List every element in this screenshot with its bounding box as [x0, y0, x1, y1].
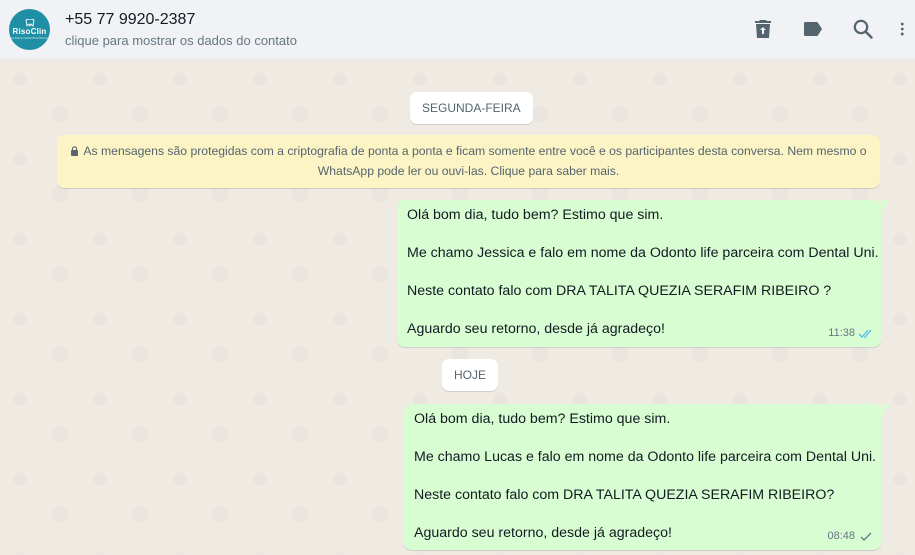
- message-line: Me chamo Jessica e falo em nome da Odont…: [407, 245, 879, 261]
- contact-name: +55 77 9920-2387: [65, 11, 196, 28]
- outgoing-message-2[interactable]: Olá bom dia, tudo bem? Estimo que sim. M…: [404, 404, 889, 550]
- message-line: Olá bom dia, tudo bem? Estimo que sim.: [407, 207, 664, 223]
- contact-avatar[interactable]: RisoClin CLÍNICA ODONTOLÓGICA: [9, 9, 50, 50]
- label-icon: [804, 22, 822, 36]
- outgoing-message-1[interactable]: Olá bom dia, tudo bem? Estimo que sim. M…: [397, 200, 889, 347]
- delete-icon: [755, 20, 771, 38]
- day-chip-monday: SEGUNDA-FEIRA: [410, 92, 533, 124]
- bubble-tail: [881, 404, 889, 417]
- lock-icon: [71, 146, 79, 156]
- message-line: Me chamo Lucas e falo em nome da Odonto …: [414, 449, 877, 465]
- tooth-icon: [25, 19, 34, 27]
- contact-info[interactable]: +55 77 9920-2387 clique para mostrar os …: [65, 9, 297, 51]
- message-line: Neste contato falo com DRA TALITA QUEZIA…: [407, 283, 832, 299]
- message-time: 08:48: [827, 530, 855, 542]
- message-line: Olá bom dia, tudo bem? Estimo que sim.: [414, 411, 671, 427]
- message-meta: 08:48: [827, 527, 874, 546]
- message-line: Aguardo seu retorno, desde já agradeço!: [414, 525, 672, 541]
- chat-header: RisoClin CLÍNICA ODONTOLÓGICA +55 77 992…: [0, 0, 915, 59]
- search-icon: [853, 19, 873, 39]
- double-check-icon: [858, 329, 872, 338]
- message-meta: 11:38: [828, 324, 874, 343]
- message-line: Aguardo seu retorno, desde já agradeço!: [407, 321, 665, 337]
- bubble-tail: [881, 200, 889, 213]
- menu-button[interactable]: [898, 17, 915, 41]
- encryption-notice[interactable]: As mensagens são protegidas com a cripto…: [57, 135, 880, 188]
- day-chip-today: HOJE: [442, 359, 499, 391]
- label-button[interactable]: [801, 17, 825, 41]
- message-line: Neste contato falo com DRA TALITA QUEZIA…: [414, 487, 835, 503]
- encryption-notice-text: As mensagens são protegidas com a cripto…: [83, 144, 867, 178]
- message-time: 11:38: [828, 327, 855, 339]
- delete-button[interactable]: [751, 17, 775, 41]
- search-button[interactable]: [851, 17, 875, 41]
- avatar-brand: RisoClin: [12, 27, 47, 36]
- single-check-icon: [860, 532, 872, 541]
- avatar-subtitle: CLÍNICA ODONTOLÓGICA: [11, 36, 48, 40]
- contact-subtitle: clique para mostrar os dados do contato: [65, 33, 297, 48]
- menu-icon: [900, 22, 904, 36]
